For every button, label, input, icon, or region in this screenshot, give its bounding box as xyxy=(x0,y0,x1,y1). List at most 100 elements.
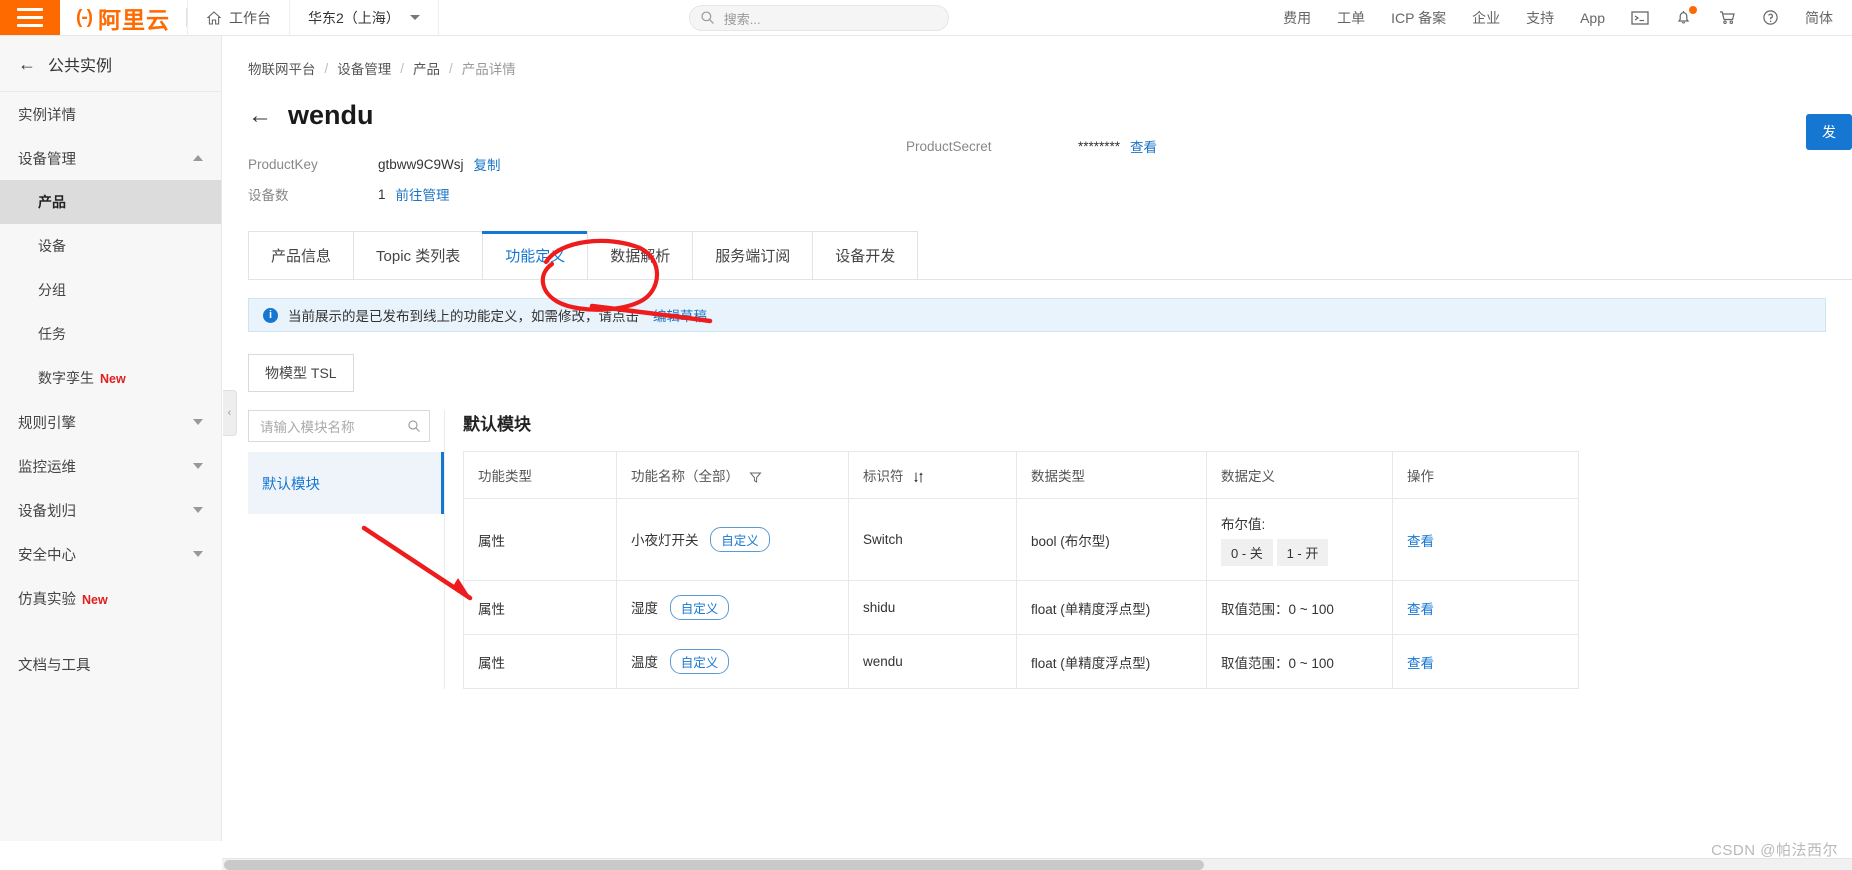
sidebar-item-instance-detail[interactable]: 实例详情 xyxy=(0,92,221,136)
filter-icon[interactable] xyxy=(749,471,762,484)
module-search-input[interactable]: 请输入模块名称 xyxy=(248,410,430,442)
function-definition-table: 功能类型 功能名称（全部） 标识符 数据类型 数据定义 操作 属性 小夜灯开关 … xyxy=(463,451,1579,689)
main-content: 物联网平台 / 设备管理 / 产品 / 产品详情 ← wendu 发 Produ… xyxy=(222,36,1852,870)
go-to-manage-link[interactable]: 前往管理 xyxy=(396,184,450,204)
nav-fee[interactable]: 费用 xyxy=(1270,8,1324,28)
aliyun-logo[interactable]: (-) 阿里云 xyxy=(60,0,186,35)
edit-draft-link[interactable]: 编辑草稿 xyxy=(653,305,707,325)
table-title: 默认模块 xyxy=(463,415,531,434)
sidebar-item-monitoring[interactable]: 监控运维 xyxy=(0,444,221,488)
definition-value: 1 - 开 xyxy=(1276,539,1329,566)
product-key-label: ProductKey xyxy=(248,156,318,172)
column-identifier[interactable]: 标识符 xyxy=(848,451,1017,499)
back-arrow-icon[interactable]: ← xyxy=(248,103,272,128)
sidebar-item-security-center[interactable]: 安全中心 xyxy=(0,532,221,576)
sidebar-header-label: 公共实例 xyxy=(48,57,113,75)
view-link[interactable]: 查看 xyxy=(1407,602,1434,617)
global-search[interactable]: 搜索... xyxy=(688,5,949,31)
bell-icon[interactable] xyxy=(1662,6,1705,26)
sidebar-item-task[interactable]: 任务 xyxy=(0,312,221,356)
column-label: 功能名称（全部） xyxy=(631,469,739,484)
horizontal-scrollbar[interactable] xyxy=(222,858,1852,870)
region-label: 华东2（上海） xyxy=(307,9,400,26)
sidebar-item-label: 监控运维 xyxy=(18,459,76,476)
sidebar-item-product[interactable]: 产品 xyxy=(0,180,221,224)
tab-product-info[interactable]: 产品信息 xyxy=(248,231,355,279)
sort-icon[interactable] xyxy=(913,471,924,484)
top-nav-right: 费用 工单 ICP 备案 企业 支持 App 简体 xyxy=(1270,0,1852,35)
function-name-text: 温度 xyxy=(631,655,658,670)
tsl-model-button[interactable]: 物模型 TSL xyxy=(248,354,354,392)
terminal-icon[interactable] xyxy=(1618,10,1662,26)
sidebar-item-label: 任务 xyxy=(38,326,66,342)
device-count-value: 1 xyxy=(378,186,386,202)
column-function-type: 功能类型 xyxy=(463,451,617,499)
chevron-down-icon xyxy=(193,463,203,469)
nav-enterprise[interactable]: 企业 xyxy=(1459,8,1513,28)
sidebar-item-device-transfer[interactable]: 设备划归 xyxy=(0,488,221,532)
nav-app[interactable]: App xyxy=(1567,10,1618,26)
help-icon[interactable] xyxy=(1749,9,1792,26)
breadcrumb-item-product[interactable]: 产品 xyxy=(413,58,440,78)
sidebar-item-digital-twin[interactable]: 数字孪生 New xyxy=(0,356,221,400)
breadcrumb-separator: / xyxy=(449,60,453,76)
breadcrumb-item-product-detail: 产品详情 xyxy=(461,62,516,77)
sidebar-item-docs-tools[interactable]: 文档与工具 xyxy=(0,642,221,686)
module-item-default[interactable]: 默认模块 xyxy=(248,452,444,514)
cart-icon[interactable] xyxy=(1705,9,1749,26)
cell-identifier: shidu xyxy=(848,580,1017,635)
sidebar-item-device[interactable]: 设备 xyxy=(0,224,221,268)
page-title: wendu xyxy=(288,100,374,130)
tab-device-development[interactable]: 设备开发 xyxy=(812,231,919,279)
function-name-text: 湿度 xyxy=(631,601,658,616)
cell-function-type: 属性 xyxy=(463,498,617,581)
column-function-name[interactable]: 功能名称（全部） xyxy=(616,451,849,499)
breadcrumb-separator: / xyxy=(324,60,329,76)
scrollbar-thumb[interactable] xyxy=(224,860,1204,870)
hamburger-icon[interactable] xyxy=(0,0,60,35)
logo-text: 阿里云 xyxy=(97,6,170,33)
tab-topic-list[interactable]: Topic 类列表 xyxy=(353,231,484,279)
breadcrumb-item-device-management[interactable]: 设备管理 xyxy=(337,58,391,78)
tab-data-parsing[interactable]: 数据解析 xyxy=(587,231,694,279)
search-icon xyxy=(408,420,420,432)
nav-ticket[interactable]: 工单 xyxy=(1324,8,1378,28)
info-icon: i xyxy=(263,307,278,323)
cell-data-definition: 取值范围：0 ~ 100 xyxy=(1206,634,1393,689)
sidebar-item-rule-engine[interactable]: 规则引擎 xyxy=(0,400,221,444)
language-selector[interactable]: 简体 xyxy=(1792,8,1846,28)
view-link[interactable]: 查看 xyxy=(1407,656,1434,671)
top-navigation-bar: (-) 阿里云 工作台 华东2（上海） 搜索... 费用 工单 ICP 备案 企… xyxy=(0,0,1852,36)
notification-dot xyxy=(1689,6,1697,14)
column-data-type: 数据类型 xyxy=(1016,451,1207,499)
sidebar-collapse-handle[interactable]: ‹ xyxy=(223,390,237,436)
sidebar-item-simulation-lab[interactable]: 仿真实验 New xyxy=(0,576,221,620)
region-selector[interactable]: 华东2（上海） xyxy=(290,0,439,35)
nav-icp[interactable]: ICP 备案 xyxy=(1378,8,1459,28)
cell-identifier: wendu xyxy=(848,634,1017,689)
breadcrumb: 物联网平台 / 设备管理 / 产品 / 产品详情 xyxy=(222,36,1852,78)
sidebar: ← 公共实例 实例详情 设备管理 产品 设备 分组 任务 数字孪生 New 规则引… xyxy=(0,36,222,841)
sidebar-item-label: 设备管理 xyxy=(18,151,76,168)
view-product-secret-link[interactable]: 查看 xyxy=(1130,136,1157,156)
device-count-row: 设备数 1 前往管理 xyxy=(248,179,1852,209)
sidebar-item-device-management[interactable]: 设备管理 xyxy=(0,136,221,180)
cell-function-name: 温度 自定义 xyxy=(616,634,849,689)
function-name-text: 小夜灯开关 xyxy=(631,533,699,548)
view-link[interactable]: 查看 xyxy=(1407,534,1434,549)
sidebar-back-public-instance[interactable]: ← 公共实例 xyxy=(0,36,221,92)
search-input[interactable]: 搜索... xyxy=(688,5,949,31)
workbench-button[interactable]: 工作台 xyxy=(186,0,290,35)
tab-server-subscription[interactable]: 服务端订阅 xyxy=(692,231,814,279)
cell-data-type: float (单精度浮点型) xyxy=(1016,580,1207,635)
copy-product-key-link[interactable]: 复制 xyxy=(474,154,501,174)
nav-support[interactable]: 支持 xyxy=(1513,8,1567,28)
arrow-left-icon: ← xyxy=(18,53,36,74)
cell-data-definition: 取值范围：0 ~ 100 xyxy=(1206,580,1393,635)
sidebar-item-group[interactable]: 分组 xyxy=(0,268,221,312)
breadcrumb-item-iot-platform[interactable]: 物联网平台 xyxy=(248,58,316,78)
tab-function-definition[interactable]: 功能定义 xyxy=(482,231,589,279)
module-search-placeholder: 请输入模块名称 xyxy=(260,420,355,435)
sidebar-item-label: 规则引擎 xyxy=(18,415,76,432)
definition-value: 0 - 关 xyxy=(1221,539,1273,566)
